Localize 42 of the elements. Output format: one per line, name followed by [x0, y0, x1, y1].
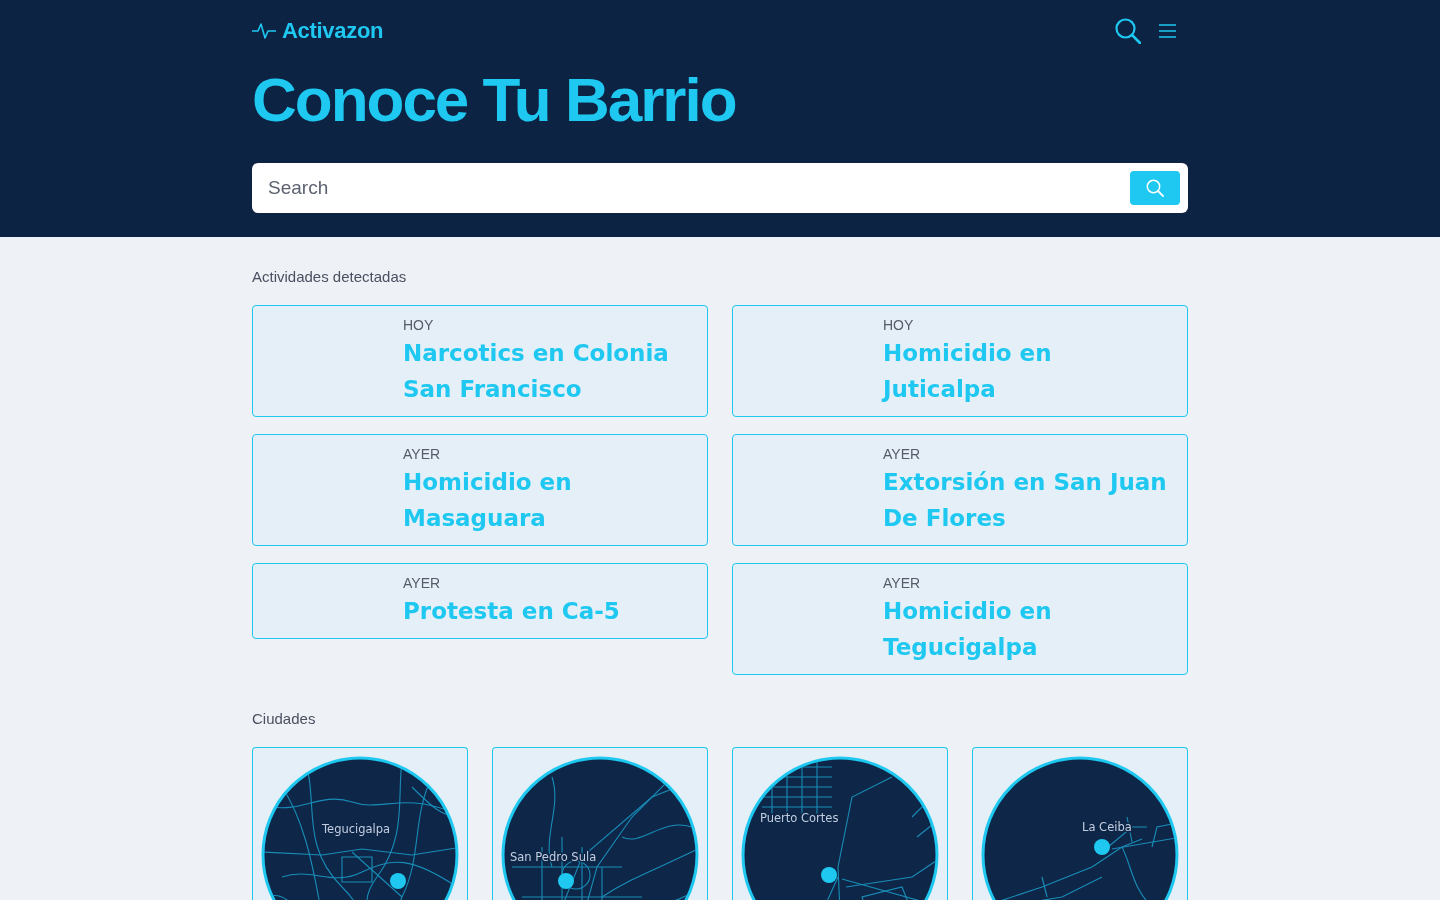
search-icon: [1115, 18, 1141, 44]
city-card[interactable]: Tegucigalpa: [252, 747, 468, 900]
activity-card[interactable]: AYER Extorsión en San Juan De Flores: [732, 434, 1188, 546]
activity-title: Homicidio en Masaguara: [403, 468, 573, 533]
activity-title: Homicidio en Tegucigalpa: [883, 597, 1053, 662]
pulse-icon: [252, 22, 276, 40]
city-card[interactable]: Puerto Cortes: [732, 747, 948, 900]
map-pin-icon: [390, 873, 406, 889]
header-search-button[interactable]: [1115, 18, 1141, 44]
menu-button[interactable]: [1159, 24, 1176, 38]
map-pin-icon: [1094, 839, 1110, 855]
map-label: Puerto Cortes: [760, 811, 839, 825]
activity-title: Homicidio en Juticalpa: [883, 339, 1053, 404]
activity-card[interactable]: AYER Homicidio en Masaguara: [252, 434, 708, 546]
activity-card[interactable]: AYER Protesta en Ca-5: [252, 563, 708, 639]
activity-date: HOY: [883, 317, 915, 333]
map-label: La Ceiba: [1082, 820, 1132, 834]
map-pin-icon: [821, 867, 837, 883]
search-field[interactable]: Search: [252, 163, 1188, 213]
activity-date: HOY: [403, 317, 435, 333]
section-heading: Ciudades: [252, 709, 317, 729]
menu-icon: [1159, 24, 1176, 38]
activity-title: Extorsión en San Juan De Flores: [883, 468, 1168, 533]
activity-date: AYER: [403, 446, 442, 462]
map-pin-icon: [558, 873, 574, 889]
activity-title: Narcotics en Colonia San Francisco: [403, 339, 670, 404]
section-heading: Actividades detectadas: [252, 267, 408, 287]
search-input[interactable]: Search: [268, 171, 1114, 205]
city-card[interactable]: La Ceiba: [972, 747, 1188, 900]
search-icon: [1146, 179, 1164, 197]
activity-date: AYER: [883, 575, 922, 591]
activity-date: AYER: [883, 446, 922, 462]
logo-link[interactable]: Activazon: [252, 18, 384, 44]
map-label: Tegucigalpa: [322, 822, 391, 836]
city-card[interactable]: San Pedro Sula: [492, 747, 708, 900]
page-title: Conoce Tu Barrio: [252, 64, 737, 136]
map-label: San Pedro Sula: [510, 850, 597, 864]
activity-card[interactable]: HOY Homicidio en Juticalpa: [732, 305, 1188, 417]
activity-card[interactable]: AYER Homicidio en Tegucigalpa: [732, 563, 1188, 675]
activity-card[interactable]: HOY Narcotics en Colonia San Francisco: [252, 305, 708, 417]
activity-date: AYER: [403, 575, 442, 591]
activity-title: Protesta en Ca-5: [403, 597, 621, 626]
